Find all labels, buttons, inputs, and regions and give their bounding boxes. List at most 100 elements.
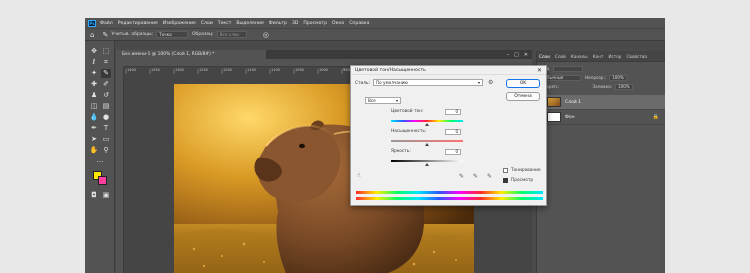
eyedropper-icon[interactable]: ✎ — [459, 173, 464, 180]
lightness-slider-track[interactable] — [391, 160, 463, 162]
hand-tool-icon[interactable]: ✋ — [89, 146, 99, 155]
chevron-down-icon: ▾ — [395, 98, 398, 103]
healing-brush-icon[interactable]: ✚ — [89, 80, 99, 89]
eyedropper-tool-icon[interactable]: ✎ — [101, 69, 111, 78]
targeted-adjustment-hand-icon[interactable]: ☝ — [357, 172, 361, 179]
lightness-input[interactable]: 0 — [445, 149, 461, 155]
layer-row-background[interactable]: ◉ Фон 🔒 — [537, 110, 665, 125]
background-color-swatch[interactable] — [98, 176, 107, 185]
menu-layers[interactable]: Слои — [201, 21, 213, 26]
ok-button[interactable]: OK — [506, 79, 540, 88]
sample-size-select[interactable]: Точка — [156, 31, 189, 38]
document-tab[interactable]: Без имени-1 @ 100% (Слой 1, RGB/8#) * — [116, 50, 266, 59]
lock-icon[interactable]: 🔒 — [653, 114, 659, 120]
menu-file[interactable]: Файл — [100, 21, 113, 26]
layers-panel: Слои Слой Каналы Конт Истор Свойства Вид… — [536, 51, 665, 273]
document-tabbar: Без имени-1 @ 100% (Слой 1, RGB/8#) * – … — [116, 50, 532, 59]
path-select-icon[interactable]: ➤ — [89, 135, 99, 144]
hue-input[interactable]: 0 — [445, 109, 461, 115]
ruler-tick-label: 1350 — [151, 68, 160, 72]
blend-mode-select[interactable]: Обычные — [541, 74, 581, 81]
menu-select[interactable]: Выделение — [236, 21, 263, 26]
eyedropper-minus-icon[interactable]: ✎ — [487, 173, 492, 180]
screen-mode-icon[interactable]: ▣ — [101, 191, 111, 200]
preview-label: Просмотр — [511, 178, 534, 183]
layer-row-1[interactable]: ◉ Слой 1 — [537, 95, 665, 110]
preset-select[interactable]: По умолчанию ▾ — [373, 79, 483, 86]
channel-select[interactable]: Все ▾ — [365, 97, 401, 104]
eyedropper-plus-icon[interactable]: ✎ — [473, 173, 478, 180]
minimize-icon[interactable]: – — [507, 52, 510, 58]
ruler-tick-label: 1400 — [127, 68, 136, 72]
history-brush-icon[interactable]: ↺ — [101, 91, 111, 100]
menu-3d[interactable]: 3D — [292, 21, 298, 26]
dodge-tool-icon[interactable]: ● — [101, 113, 111, 122]
menu-window[interactable]: Окно — [332, 21, 344, 26]
zoom-tool-icon[interactable]: ⚲ — [101, 146, 111, 155]
tab-layer[interactable]: Слой — [553, 54, 566, 59]
marquee-tool-icon[interactable]: ⬚ — [101, 47, 111, 56]
ruler-tick-label: 1150 — [247, 68, 256, 72]
layer-name[interactable]: Фон — [565, 115, 653, 120]
ruler-tick-label: 1300 — [175, 68, 184, 72]
magic-wand-icon[interactable]: ✦ — [89, 69, 99, 78]
photoshop-logo-icon[interactable]: Ps — [88, 19, 96, 27]
chevron-down-icon: ▾ — [477, 80, 480, 85]
rectangle-tool-icon[interactable]: ▭ — [101, 135, 111, 144]
brush-tool-icon[interactable]: ✐ — [101, 80, 111, 89]
tab-layers[interactable]: Слои — [537, 54, 550, 59]
saturation-input[interactable]: 0 — [445, 129, 461, 135]
dialog-close-icon[interactable]: ✕ — [537, 66, 542, 75]
saturation-slider-thumb[interactable] — [425, 143, 429, 146]
saturation-slider-track[interactable] — [391, 140, 463, 142]
crop-tool-icon[interactable]: ⌗ — [101, 58, 111, 67]
opacity-input[interactable]: 100% — [609, 74, 628, 81]
stamp-tool-icon[interactable]: ♟ — [89, 91, 99, 100]
eraser-tool-icon[interactable]: ◫ — [89, 102, 99, 111]
home-icon[interactable]: ⌂ — [90, 31, 94, 39]
vertical-ruler[interactable] — [116, 67, 124, 273]
layer-thumbnail — [547, 97, 561, 107]
close-icon[interactable]: ✕ — [524, 52, 528, 58]
menu-image[interactable]: Изображение — [163, 21, 196, 26]
tab-channels[interactable]: Каналы — [569, 54, 588, 59]
type-tool-icon[interactable]: T — [101, 124, 111, 133]
menu-help[interactable]: Справка — [349, 21, 369, 26]
color-bar-bottom — [356, 197, 543, 200]
tab-history[interactable]: Истор — [606, 54, 621, 59]
hue-slider-track[interactable] — [391, 120, 463, 122]
colorize-checkbox[interactable] — [503, 168, 508, 173]
tab-paths[interactable]: Конт — [591, 54, 604, 59]
preview-checkbox[interactable] — [503, 178, 508, 183]
gradient-tool-icon[interactable]: ▤ — [101, 102, 111, 111]
hue-label: Цветовой тон: — [391, 109, 424, 114]
ruler-tick-label: 1100 — [271, 68, 280, 72]
menu-view[interactable]: Просмотр — [303, 21, 327, 26]
kind-filter[interactable] — [552, 65, 583, 72]
tab-properties[interactable]: Свойства — [624, 54, 646, 59]
eyedropper-icon[interactable]: ✎ — [102, 31, 108, 39]
window-controls: – □ ✕ — [502, 50, 528, 59]
fill-input[interactable]: 100% — [615, 83, 634, 90]
preset-options-icon[interactable]: ⚙ — [488, 79, 493, 86]
menu-edit[interactable]: Редактирование — [118, 21, 158, 26]
cancel-button[interactable]: Отмена — [506, 92, 540, 101]
menu-filter[interactable]: Фильтр — [269, 21, 287, 26]
lightness-slider-thumb[interactable] — [425, 163, 429, 166]
hue-slider-thumb[interactable] — [425, 123, 429, 126]
tools-panel: ✥ ⬚ ℓ ⌗ ✦ ✎ ✚ ✐ ♟ ↺ ◫ ▤ 💧 ● ✒ T ➤ ▭ ✋ ⚲ … — [85, 41, 115, 273]
target-icon[interactable]: ◎ — [263, 31, 269, 39]
opacity-label: Непрозр.: — [585, 75, 607, 80]
ruler-tick-label: 1050 — [295, 68, 304, 72]
menu-type[interactable]: Текст — [218, 21, 232, 26]
maximize-icon[interactable]: □ — [514, 52, 519, 58]
layer-name[interactable]: Слой 1 — [565, 100, 665, 105]
blur-tool-icon[interactable]: 💧 — [89, 113, 99, 122]
pen-tool-icon[interactable]: ✒ — [89, 124, 99, 133]
move-tool-icon[interactable]: ✥ — [89, 47, 99, 56]
more-tools-icon[interactable]: ··· — [95, 158, 105, 167]
panel-tabs: Слои Слой Каналы Конт Истор Свойства — [537, 51, 665, 62]
quick-mask-icon[interactable]: ◘ — [89, 191, 99, 200]
lasso-tool-icon[interactable]: ℓ — [89, 58, 99, 67]
sample-mode-select[interactable]: Все слои — [216, 31, 247, 38]
